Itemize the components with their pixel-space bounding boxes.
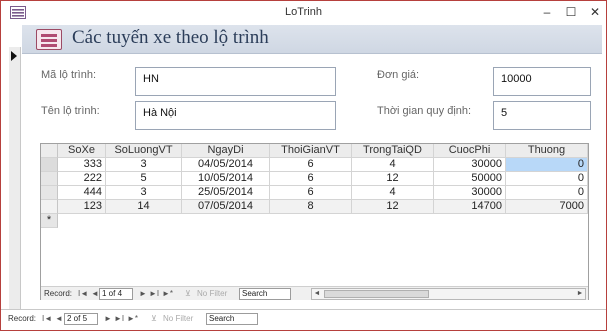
table-row[interactable]: 333 3 04/05/2014 6 4 30000 0: [41, 158, 588, 172]
row-selector[interactable]: [41, 200, 58, 214]
column-header[interactable]: SoXe: [58, 144, 106, 158]
minimize-button[interactable]: –: [536, 3, 558, 21]
search-field[interactable]: Search: [239, 288, 291, 300]
column-header[interactable]: Thuong: [506, 144, 588, 158]
first-record-icon[interactable]: I◄: [42, 312, 52, 326]
search-field[interactable]: Search: [206, 313, 258, 325]
cell[interactable]: 444: [58, 186, 106, 200]
current-record-field[interactable]: 2 of 5: [64, 313, 98, 325]
previous-record-icon[interactable]: ◄: [55, 312, 63, 326]
current-record-field[interactable]: 1 of 4: [99, 288, 133, 300]
new-record-marker[interactable]: *: [41, 214, 58, 228]
don-gia-field[interactable]: 10000: [493, 67, 591, 96]
subform-navigation-bar: Record: I◄ ◄ 1 of 4 ► ►I ►* ⊻ No Filter …: [41, 286, 588, 300]
cell[interactable]: 333: [58, 158, 106, 172]
current-record-arrow-icon: [11, 51, 17, 61]
no-filter-button[interactable]: No Filter: [163, 312, 193, 326]
previous-record-icon[interactable]: ◄: [91, 287, 99, 301]
cell[interactable]: 6: [270, 186, 352, 200]
row-selector[interactable]: [41, 158, 58, 172]
no-filter-button[interactable]: No Filter: [197, 287, 227, 301]
cell[interactable]: 25/05/2014: [182, 186, 270, 200]
select-all-corner[interactable]: [41, 144, 58, 158]
cell[interactable]: 07/05/2014: [182, 200, 270, 214]
window-title: LoTrinh: [285, 6, 322, 18]
maximize-button[interactable]: ☐: [560, 3, 582, 21]
last-record-icon[interactable]: ►I: [114, 312, 124, 326]
cell[interactable]: 30000: [434, 158, 506, 172]
record-label: Record:: [8, 314, 37, 323]
cell[interactable]: 0: [506, 172, 588, 186]
filter-icon[interactable]: ⊻: [151, 312, 157, 326]
new-record-row[interactable]: *: [41, 214, 588, 228]
cell[interactable]: 12: [352, 172, 434, 186]
form-title: Các tuyến xe theo lộ trình: [72, 27, 269, 48]
form-header: Các tuyến xe theo lộ trình: [22, 25, 602, 54]
scrollbar-thumb[interactable]: [324, 290, 429, 298]
cell[interactable]: 12: [352, 200, 434, 214]
cell[interactable]: 3: [106, 186, 182, 200]
column-header[interactable]: ThoiGianVT: [270, 144, 352, 158]
new-record-icon[interactable]: ►*: [162, 287, 173, 301]
footer-separator: [1, 309, 606, 310]
scroll-right-icon[interactable]: ►: [575, 289, 585, 299]
cell[interactable]: 6: [270, 158, 352, 172]
column-header[interactable]: TrongTaiQD: [352, 144, 434, 158]
horizontal-scrollbar[interactable]: ◄ ►: [311, 288, 586, 300]
row-selector[interactable]: [41, 172, 58, 186]
cell[interactable]: 6: [270, 172, 352, 186]
cell[interactable]: 4: [352, 186, 434, 200]
access-form-window: LoTrinh – ☐ ✕ Các tuyến xe theo lộ trình…: [0, 0, 607, 331]
thoi-gian-field[interactable]: 5: [493, 101, 591, 130]
column-header[interactable]: CuocPhi: [434, 144, 506, 158]
next-record-icon[interactable]: ►: [139, 287, 147, 301]
cell[interactable]: [58, 214, 106, 228]
cell[interactable]: 14700: [434, 200, 506, 214]
datasheet-grid: SoXe SoLuongVT NgayDi ThoiGianVT TrongTa…: [41, 144, 588, 281]
record-label: Record:: [44, 289, 73, 298]
title-bar: LoTrinh – ☐ ✕: [1, 1, 606, 25]
filter-icon[interactable]: ⊻: [185, 287, 191, 301]
form-header-icon: [36, 29, 62, 50]
scroll-left-icon[interactable]: ◄: [312, 289, 322, 299]
cell[interactable]: 4: [352, 158, 434, 172]
form-body: Các tuyến xe theo lộ trình Mã lộ trình: …: [22, 25, 602, 308]
datasheet-header-row: SoXe SoLuongVT NgayDi ThoiGianVT TrongTa…: [41, 144, 588, 158]
cell[interactable]: 0: [506, 186, 588, 200]
ten-lo-trinh-field[interactable]: Hà Nội: [135, 101, 336, 130]
close-button[interactable]: ✕: [584, 3, 606, 21]
last-record-icon[interactable]: ►I: [149, 287, 159, 301]
cell[interactable]: 50000: [434, 172, 506, 186]
table-row[interactable]: 222 5 10/05/2014 6 12 50000 0: [41, 172, 588, 186]
cell[interactable]: 123: [58, 200, 106, 214]
ma-lo-trinh-field[interactable]: HN: [135, 67, 336, 96]
main-navigation-bar: Record: I◄ ◄ 2 of 5 ► ►I ►* ⊻ No Filter …: [5, 312, 305, 326]
cell[interactable]: 04/05/2014: [182, 158, 270, 172]
next-record-icon[interactable]: ►: [104, 312, 112, 326]
ten-lo-trinh-label: Tên lộ trình:: [41, 105, 100, 117]
thoi-gian-label: Thời gian quy định:: [377, 105, 472, 117]
cell[interactable]: 30000: [434, 186, 506, 200]
table-row[interactable]: 444 3 25/05/2014 6 4 30000 0: [41, 186, 588, 200]
row-selector[interactable]: [41, 186, 58, 200]
table-row[interactable]: 123 14 07/05/2014 8 12 14700 7000: [41, 200, 588, 214]
cell-selected[interactable]: 0: [506, 158, 588, 172]
cell[interactable]: 8: [270, 200, 352, 214]
cell[interactable]: 10/05/2014: [182, 172, 270, 186]
ma-lo-trinh-label: Mã lộ trình:: [41, 69, 97, 81]
record-selector[interactable]: [9, 47, 21, 309]
new-record-icon[interactable]: ►*: [127, 312, 138, 326]
column-header[interactable]: NgayDi: [182, 144, 270, 158]
first-record-icon[interactable]: I◄: [78, 287, 88, 301]
cell[interactable]: 14: [106, 200, 182, 214]
subform-datasheet: SoXe SoLuongVT NgayDi ThoiGianVT TrongTa…: [40, 143, 589, 300]
column-header[interactable]: SoLuongVT: [106, 144, 182, 158]
cell[interactable]: 7000: [506, 200, 588, 214]
don-gia-label: Đơn giá:: [377, 69, 420, 81]
cell[interactable]: 3: [106, 158, 182, 172]
cell[interactable]: 222: [58, 172, 106, 186]
cell[interactable]: 5: [106, 172, 182, 186]
